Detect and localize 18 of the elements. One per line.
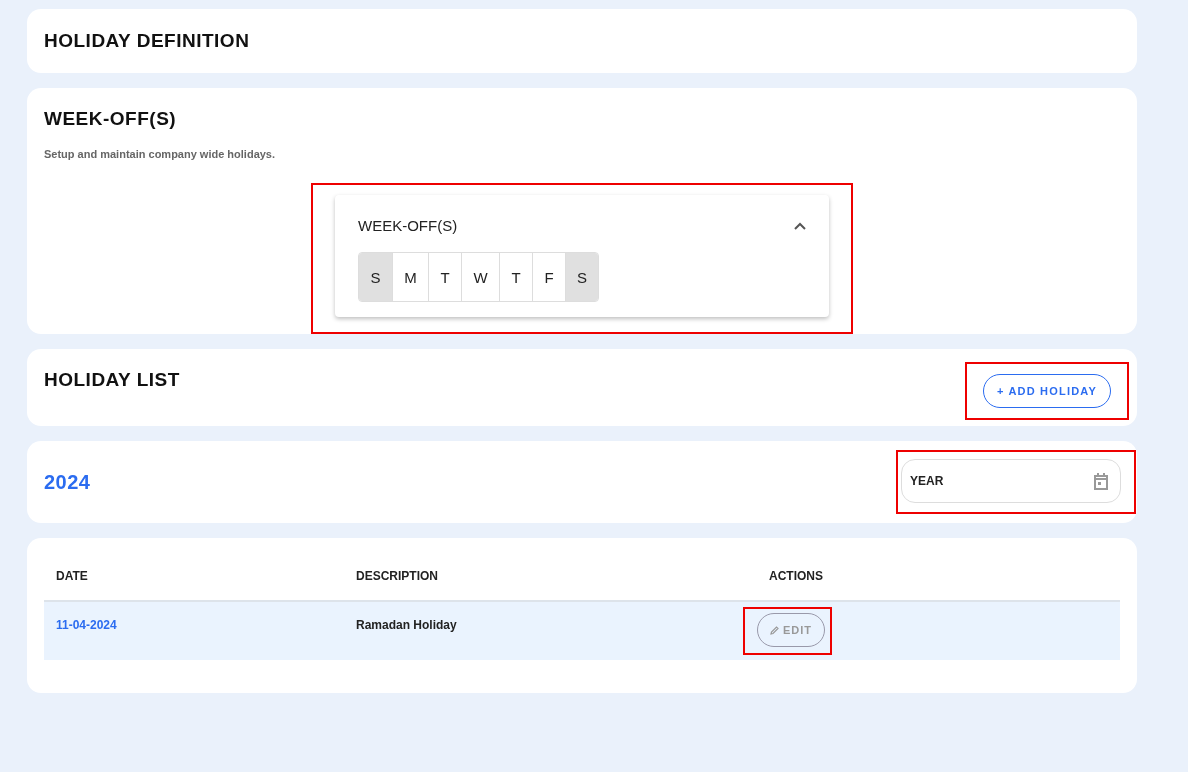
year-heading: 2024 — [44, 470, 91, 494]
page-title: HOLIDAY DEFINITION — [44, 30, 250, 52]
calendar-icon[interactable] — [1093, 473, 1109, 490]
day-toggle[interactable]: S — [359, 253, 392, 301]
description-cell-text: Ramadan Holiday — [355, 617, 458, 632]
pencil-icon — [770, 625, 779, 635]
section-title: WEEK-OFF(S) — [44, 108, 178, 130]
column-header: DESCRIPTION — [355, 569, 439, 583]
section-title: HOLIDAY LIST — [44, 369, 180, 391]
column-header: DATE — [55, 569, 89, 583]
year-field[interactable]: YEAR — [901, 459, 1121, 503]
date-cell-text: 11-04-2024 — [55, 617, 118, 632]
add-holiday-button[interactable]: + ADD HOLIDAY — [982, 374, 1111, 408]
day-toggle[interactable]: S — [565, 253, 598, 301]
column-header: ACTIONS — [768, 569, 824, 583]
panel-title: WEEK-OFF(S) — [358, 217, 458, 234]
chevron-up-icon[interactable] — [794, 221, 806, 230]
section-subtitle: Setup and maintain company wide holidays. — [44, 148, 277, 160]
